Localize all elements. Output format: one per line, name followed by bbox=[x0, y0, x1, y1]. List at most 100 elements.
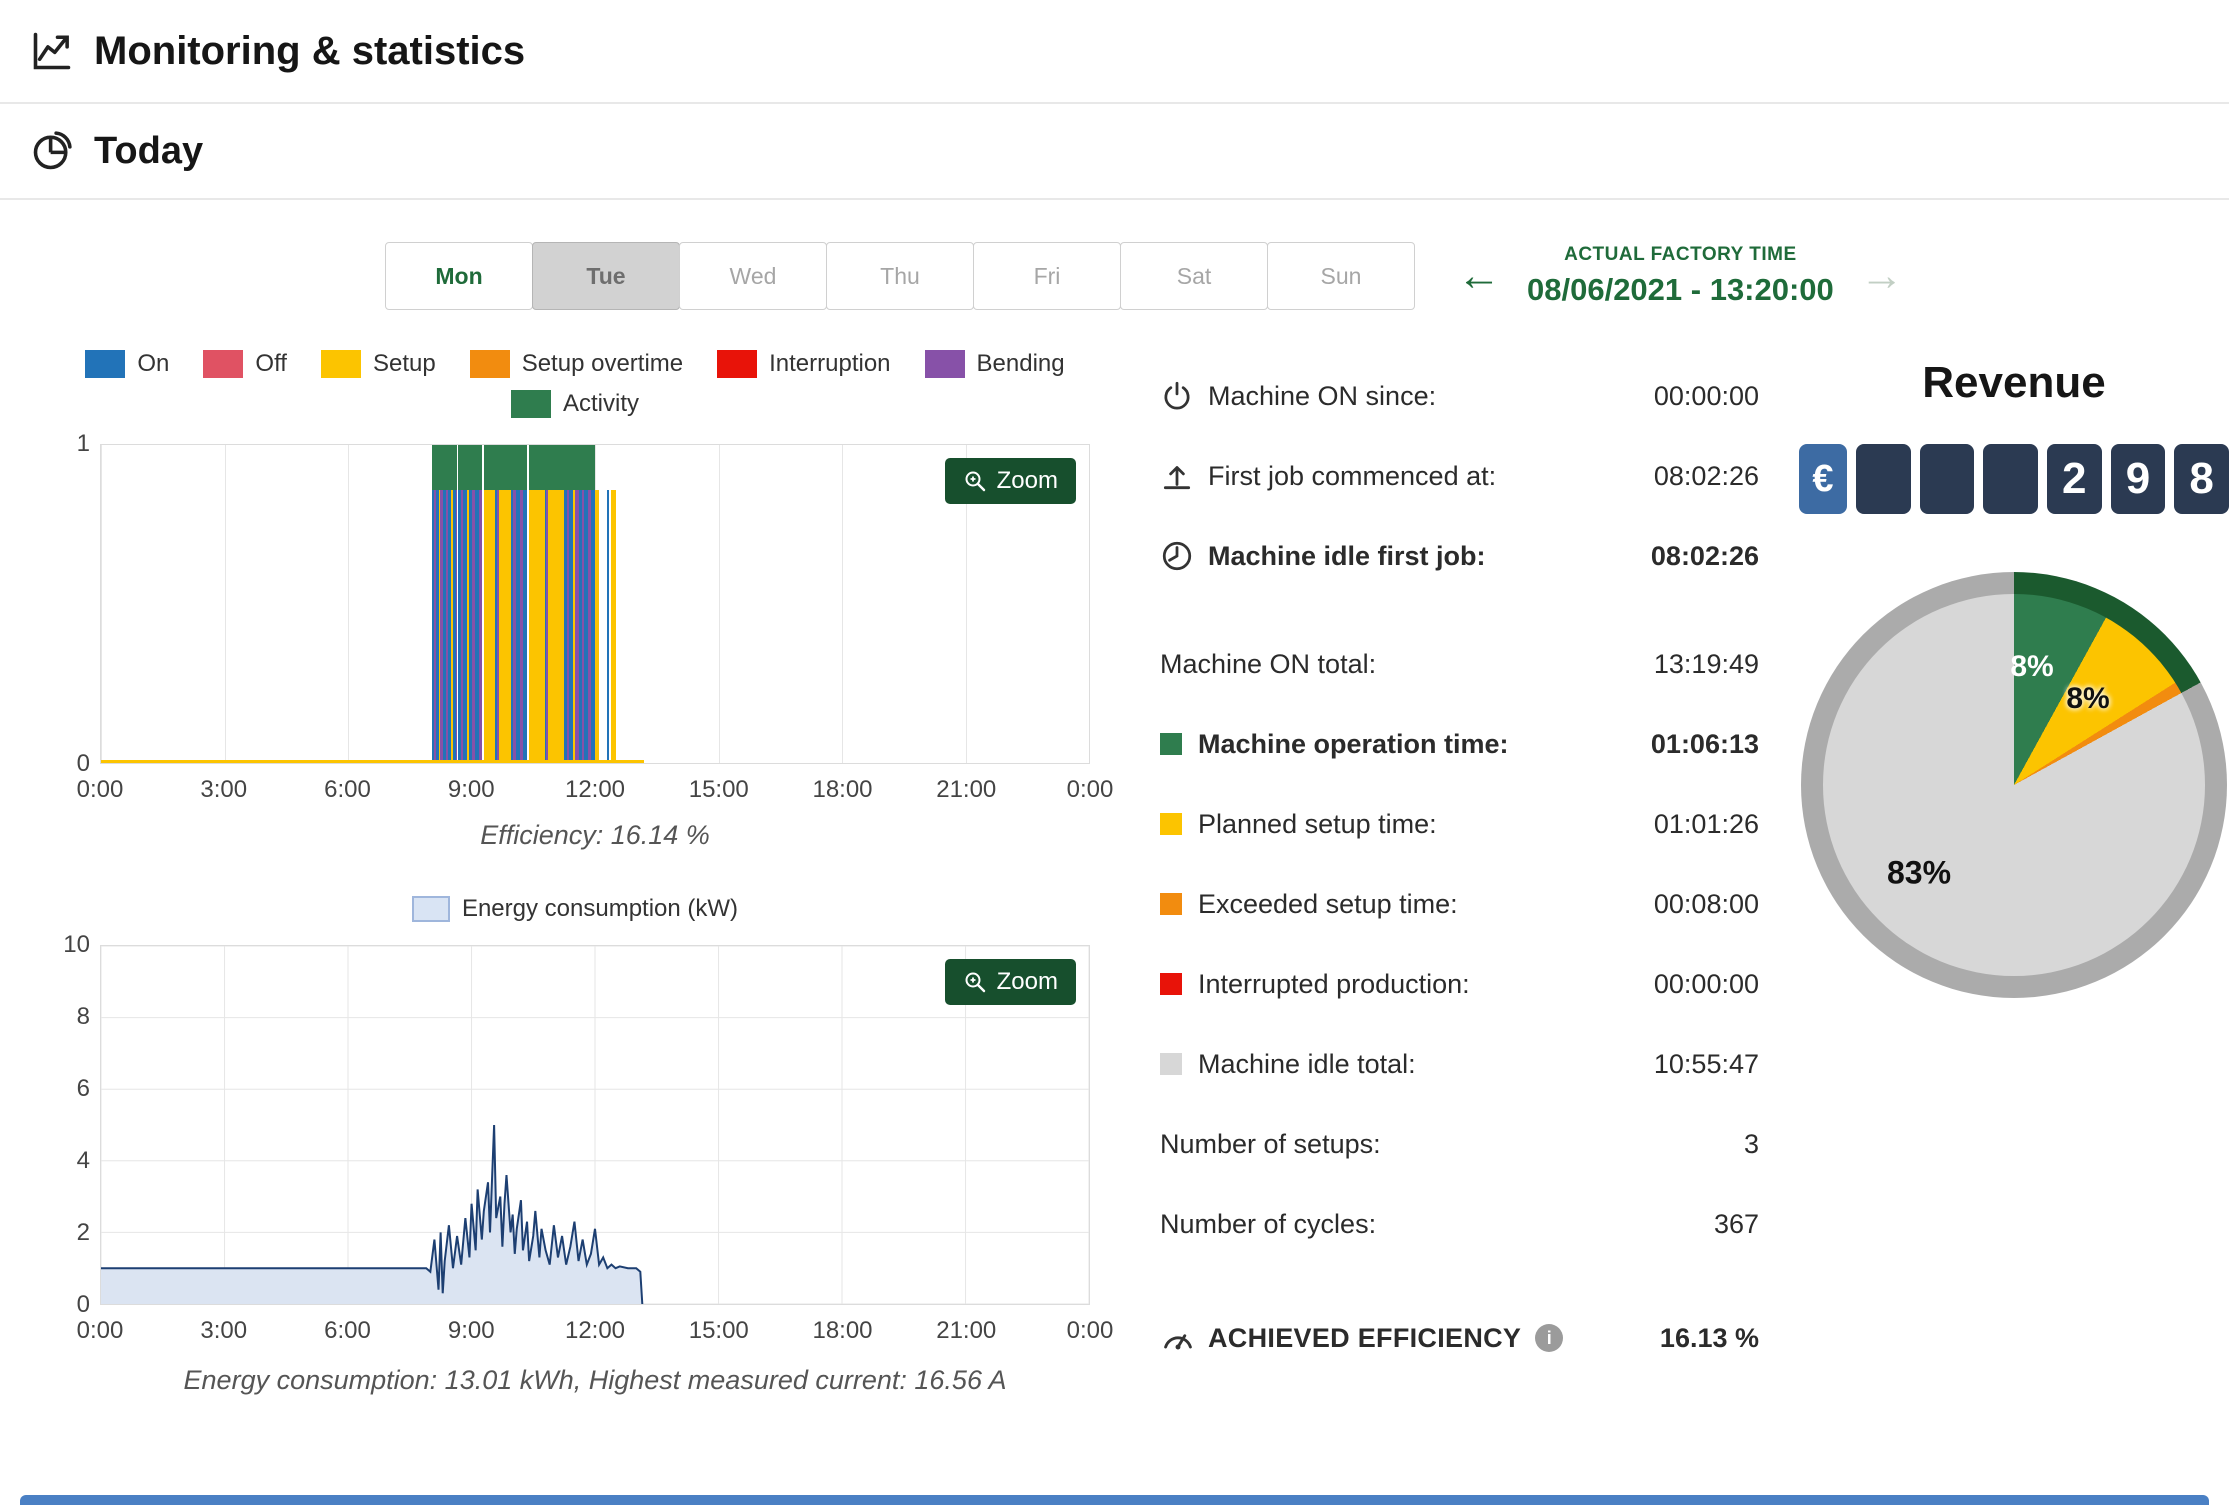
activity-cap-segment bbox=[498, 445, 511, 490]
x-tick-label: 18:00 bbox=[812, 1317, 873, 1344]
stat-label: Machine ON total: bbox=[1160, 648, 1377, 679]
magnifier-plus-icon bbox=[965, 471, 985, 492]
stat-label: Number of cycles: bbox=[1160, 1208, 1377, 1239]
main-content: On Off Setup Setup overtime Interruption… bbox=[0, 350, 2229, 1396]
activity-segment bbox=[595, 489, 600, 763]
x-tick-label: 3:00 bbox=[200, 776, 248, 803]
stat-value: 08:02:26 bbox=[1653, 460, 1759, 491]
tab-fri[interactable]: Fri bbox=[973, 242, 1121, 310]
tab-sat[interactable]: Sat bbox=[1120, 242, 1268, 310]
idle-clock-icon bbox=[1162, 541, 1192, 571]
stat-value: 01:01:26 bbox=[1653, 808, 1759, 839]
stat-value: 16.13 % bbox=[1659, 1322, 1759, 1353]
stat-number-of-cycles: Number of cycles: 367 bbox=[1160, 1196, 1759, 1252]
stat-first-job: First job commenced at: 08:02:26 bbox=[1160, 448, 1759, 504]
x-tick-label: 15:00 bbox=[688, 1317, 749, 1344]
first-job-icon bbox=[1163, 466, 1191, 490]
legend-label: Energy consumption (kW) bbox=[461, 895, 739, 922]
stat-value: 00:08:00 bbox=[1653, 888, 1759, 919]
stat-label: Number of setups: bbox=[1160, 1128, 1381, 1159]
tab-thu[interactable]: Thu bbox=[826, 242, 974, 310]
operation-time-swatch bbox=[1160, 733, 1182, 755]
tab-mon[interactable]: Mon bbox=[385, 242, 533, 310]
bending-swatch bbox=[924, 350, 965, 378]
gridline bbox=[1089, 445, 1090, 763]
activity-cap-segment bbox=[548, 445, 565, 490]
stat-value: 00:00:00 bbox=[1653, 968, 1759, 999]
activity-plot-area bbox=[100, 444, 1090, 764]
activity-segment bbox=[498, 489, 511, 763]
stat-label: ACHIEVED EFFICIENCY bbox=[1208, 1322, 1522, 1353]
tab-tue[interactable]: Tue bbox=[532, 242, 680, 310]
x-tick-label: 6:00 bbox=[324, 1317, 371, 1344]
prev-day-arrow-icon[interactable]: ← bbox=[1457, 254, 1501, 298]
factory-time: ← ACTUAL FACTORY TIME 08/06/2021 - 13:20… bbox=[1457, 244, 1904, 308]
off-swatch bbox=[203, 350, 244, 378]
x-tick-label: 0:00 bbox=[76, 1317, 124, 1344]
planned-setup-swatch bbox=[1160, 813, 1182, 835]
controls-row: Mon Tue Wed Thu Fri Sat Sun ← ACTUAL FAC… bbox=[385, 242, 2229, 310]
stat-machine-operation-time: Machine operation time: 01:06:13 bbox=[1160, 716, 1759, 772]
activity-legend-row2: Activity bbox=[60, 390, 1090, 418]
stat-label: Machine ON since: bbox=[1208, 380, 1437, 411]
magnifier-plus-icon bbox=[965, 972, 985, 993]
legend-item-setup: Setup bbox=[320, 350, 436, 378]
tab-wed[interactable]: Wed bbox=[679, 242, 827, 310]
day-tabs: Mon Tue Wed Thu Fri Sat Sun bbox=[385, 242, 1415, 310]
interruption-swatch bbox=[717, 350, 758, 378]
page-title: Monitoring & statistics bbox=[94, 28, 526, 73]
section-header: Today bbox=[0, 104, 2229, 200]
x-tick-label: 18:00 bbox=[812, 776, 873, 803]
stat-label: Planned setup time: bbox=[1198, 808, 1437, 839]
info-icon[interactable]: i bbox=[1535, 1324, 1564, 1352]
legend-label: On bbox=[137, 350, 170, 377]
legend-item-off: Off bbox=[203, 350, 287, 378]
efficiency-caption: Efficiency: 16.14 % bbox=[480, 820, 710, 850]
revenue-digit-box bbox=[1983, 444, 2038, 514]
activity-swatch bbox=[510, 390, 551, 418]
x-tick-label: 12:00 bbox=[564, 776, 626, 803]
stat-machine-idle-total: Machine idle total: 10:55:47 bbox=[1160, 1036, 1759, 1092]
stats-column: Machine ON since: 00:00:00 First job com… bbox=[1160, 350, 1759, 1396]
activity-x-axis: 0:00 3:00 6:00 9:00 12:00 15:00 18:00 21:00 0:00 bbox=[77, 764, 1114, 804]
stat-achieved-efficiency: ACHIEVED EFFICIENCY i 16.13 % bbox=[1160, 1310, 1759, 1366]
revenue-title: Revenue bbox=[1922, 358, 2106, 407]
energy-x-axis: 0:00 3:00 6:00 9:00 12:00 15:00 18:00 21:00 0:00 bbox=[77, 1305, 1114, 1345]
y-tick-label: 2 bbox=[76, 1219, 90, 1246]
y-tick-label: 10 bbox=[63, 931, 90, 958]
activity-segment bbox=[607, 489, 609, 763]
x-tick-label: 3:00 bbox=[200, 1317, 248, 1344]
activity-segment bbox=[529, 489, 545, 763]
activity-segment bbox=[611, 489, 617, 763]
legend-label: Bending bbox=[976, 350, 1065, 377]
legend-item-on: On bbox=[85, 350, 169, 378]
gridline bbox=[718, 445, 720, 763]
revenue-digit-box bbox=[1919, 444, 1975, 514]
stat-label: Machine idle total: bbox=[1198, 1048, 1416, 1079]
x-tick-label: 21:00 bbox=[936, 1317, 997, 1344]
exceeded-setup-swatch bbox=[1160, 893, 1182, 915]
section-title: Today bbox=[94, 129, 204, 172]
energy-caption: Energy consumption: 13.01 kWh, Highest m… bbox=[183, 1365, 1007, 1395]
y-tick-label: 0 bbox=[76, 1291, 90, 1318]
legend-label: Setup bbox=[372, 350, 436, 377]
x-tick-label: 9:00 bbox=[447, 1317, 495, 1344]
gridline bbox=[224, 445, 226, 763]
gauge-icon bbox=[1164, 1334, 1192, 1350]
legend-label: Activity bbox=[562, 390, 639, 417]
activity-cap-segment bbox=[478, 445, 482, 490]
legend-item-bending: Bending bbox=[924, 350, 1065, 378]
activity-zoom-button[interactable]: Zoom bbox=[944, 458, 1076, 504]
y-tick-label: 1 bbox=[76, 430, 90, 457]
activity-segment bbox=[548, 489, 565, 763]
tab-sun[interactable]: Sun bbox=[1267, 242, 1415, 310]
next-day-arrow-icon[interactable]: → bbox=[1860, 254, 1904, 298]
on-swatch bbox=[85, 350, 126, 378]
setup-baseline bbox=[101, 760, 645, 763]
energy-zoom-button[interactable]: Zoom bbox=[944, 959, 1076, 1005]
activity-segment bbox=[478, 489, 482, 763]
stat-value: 3 bbox=[1743, 1128, 1759, 1159]
stat-label: Machine operation time: bbox=[1198, 728, 1509, 759]
y-tick-label: 8 bbox=[76, 1003, 90, 1030]
next-section-edge[interactable] bbox=[20, 1495, 2209, 1505]
